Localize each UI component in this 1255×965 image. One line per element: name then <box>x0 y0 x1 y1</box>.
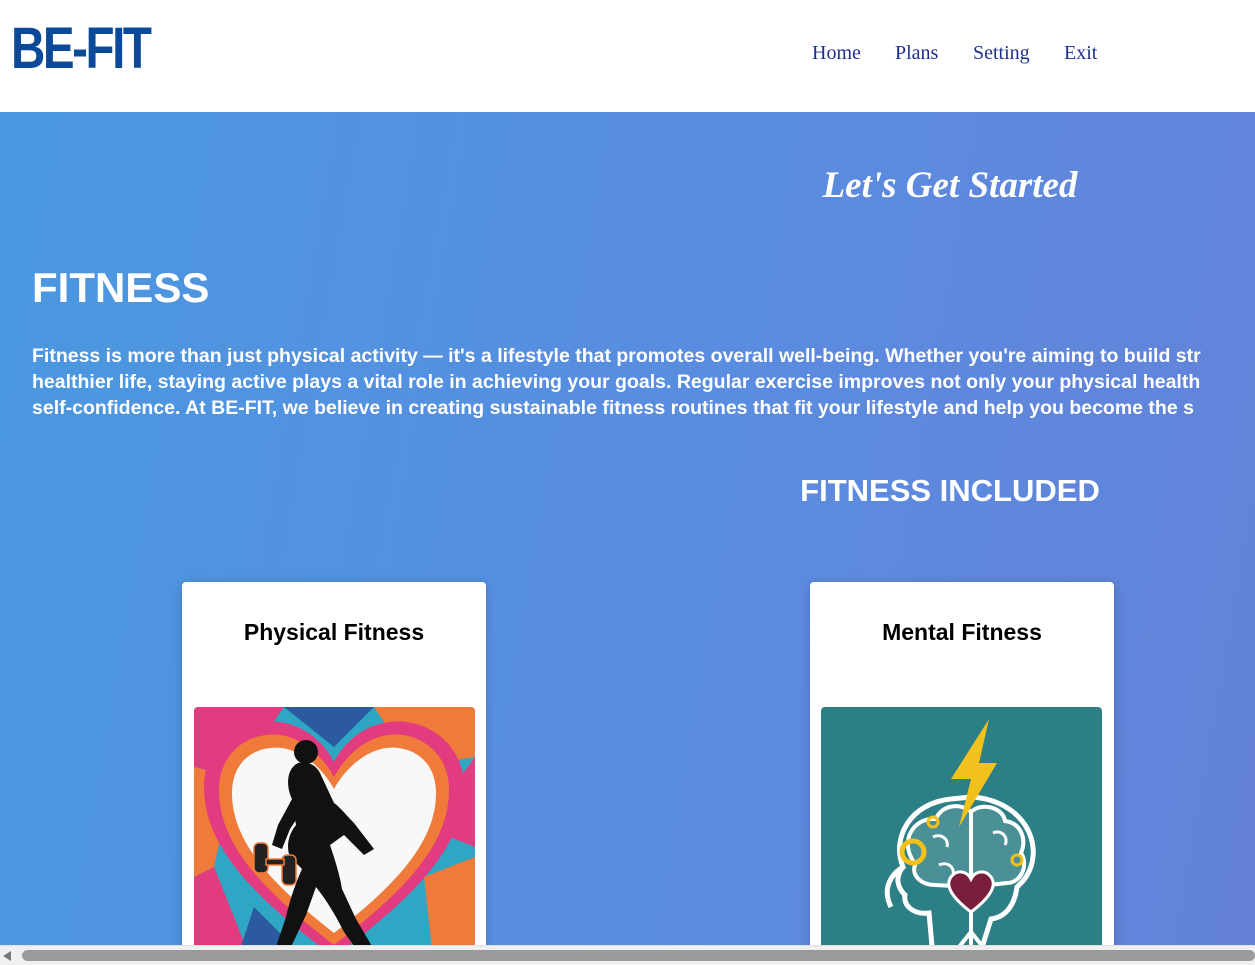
site-header: BE-FIT Home Plans Setting Exit <box>0 0 1255 112</box>
section-title: FITNESS INCLUDED <box>800 473 1100 508</box>
page-title: FITNESS <box>32 264 210 311</box>
brain-lightning-heart-icon <box>821 707 1102 965</box>
fitness-description: Fitness is more than just physical activ… <box>32 343 1255 421</box>
description-line: healthier life, staying active plays a v… <box>32 371 1201 393</box>
nav-home-link[interactable]: Home <box>812 40 861 66</box>
page: BE-FIT Home Plans Setting Exit Let's Get… <box>0 0 1255 965</box>
horizontal-scrollbar[interactable] <box>0 945 1255 965</box>
card-title: Physical Fitness <box>243 619 425 645</box>
card-title: Mental Fitness <box>882 619 1042 645</box>
hero-section: Let's Get Started FITNESS Fitness is mor… <box>0 112 1255 965</box>
scrollbar-thumb[interactable] <box>22 950 1255 961</box>
description-line: self-confidence. At BE-FIT, we believe i… <box>32 397 1194 419</box>
scroll-left-arrow-icon[interactable] <box>3 951 11 961</box>
mental-fitness-card[interactable]: Mental Fitness <box>810 582 1114 965</box>
description-line: Fitness is more than just physical activ… <box>32 345 1201 367</box>
site-logo[interactable]: BE-FIT <box>11 16 152 82</box>
nav-plans-link[interactable]: Plans <box>895 40 938 66</box>
physical-fitness-card[interactable]: Physical Fitness <box>182 582 486 965</box>
nav-exit-link[interactable]: Exit <box>1064 40 1097 66</box>
hero-tagline: Let's Get Started <box>822 165 1078 206</box>
nav-setting-link[interactable]: Setting <box>973 40 1030 66</box>
muscular-man-dumbbell-heart-icon <box>194 707 475 965</box>
